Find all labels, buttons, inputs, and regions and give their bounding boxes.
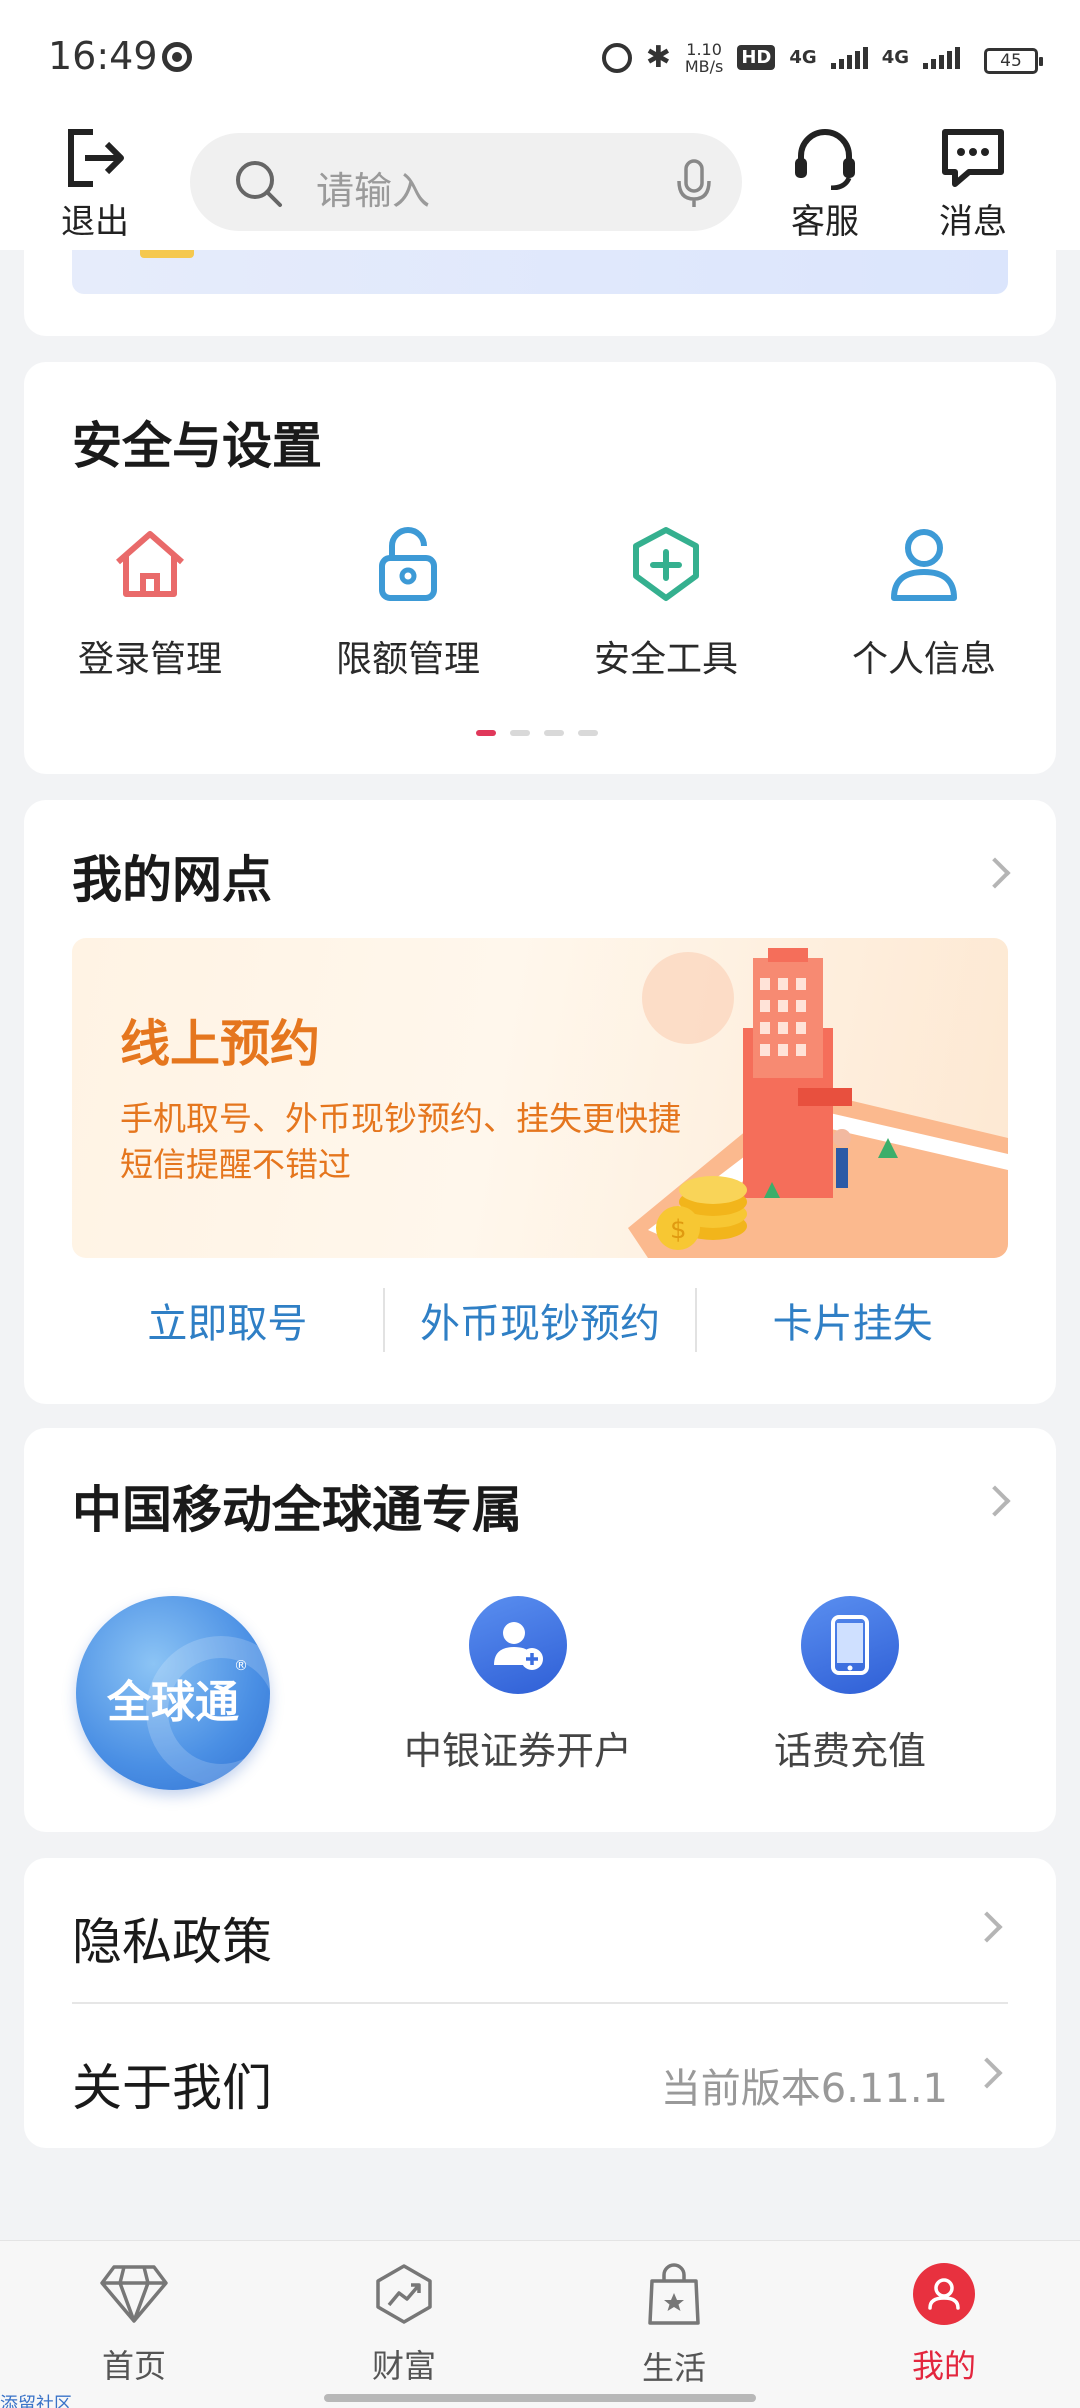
about-us-row[interactable]: 关于我们 当前版本6.11.1 xyxy=(72,2004,1008,2149)
page-dot-1 xyxy=(476,730,496,736)
my-branch-card: 我的网点 线上预约 手机取号、外币现钞预约、挂失更快捷 短信提醒不错过 $ 立即… xyxy=(24,800,1056,1404)
phone-recharge-label: 话费充值 xyxy=(773,1729,926,1773)
status-icons: ✱ 1.10 MB/s HD 4G 4G xyxy=(601,40,960,75)
registered-mark-icon: ® xyxy=(234,1658,248,1674)
page-dot-2 xyxy=(510,730,530,736)
my-branch-chevron-icon[interactable] xyxy=(979,857,1011,889)
svg-text:$: $ xyxy=(670,1215,687,1245)
customer-service-button[interactable]: 客服 xyxy=(770,126,880,244)
signal-1-label: 4G xyxy=(789,46,817,68)
privacy-policy-label: 隐私政策 xyxy=(72,1913,272,1971)
online-booking-banner[interactable]: 线上预约 手机取号、外币现钞预约、挂失更快捷 短信提醒不错过 $ xyxy=(72,938,1008,1258)
securities-account-label: 中银证券开户 xyxy=(403,1729,632,1773)
messages-button[interactable]: 消息 xyxy=(918,126,1028,244)
limit-management-label: 限额管理 xyxy=(335,639,480,680)
person-icon xyxy=(891,529,957,601)
about-us-label: 关于我们 xyxy=(72,2059,272,2117)
signal-bars-2-icon xyxy=(923,46,960,69)
phone-recharge-button[interactable]: 话费充值 xyxy=(700,1596,1000,1775)
limit-management-button[interactable]: 限额管理 xyxy=(308,524,508,682)
about-card: 隐私政策 关于我们 当前版本6.11.1 xyxy=(24,1858,1056,2148)
messages-label: 消息 xyxy=(939,202,1007,242)
banner-line-2: 短信提醒不错过 xyxy=(120,1145,351,1184)
chart-up-icon xyxy=(376,2264,432,2324)
tab-wealth[interactable]: 财富 xyxy=(314,2263,494,2387)
previous-banner[interactable] xyxy=(72,250,1008,294)
personal-info-button[interactable]: 个人信息 xyxy=(824,524,1024,682)
about-chevron-icon xyxy=(971,2057,1003,2089)
page-indicator xyxy=(476,730,598,736)
tab-mine[interactable]: 我的 xyxy=(854,2263,1034,2387)
customer-service-label: 客服 xyxy=(791,202,859,242)
top-nav: 退出 请输入 客服 消息 xyxy=(0,118,1080,250)
bag-star-icon xyxy=(648,2263,700,2325)
home-indicator[interactable] xyxy=(324,2394,756,2402)
search-icon xyxy=(236,161,282,207)
signal-bars-1-icon xyxy=(830,46,868,69)
page-dot-4 xyxy=(578,730,598,736)
hd-badge: HD xyxy=(737,45,776,70)
cmcc-title: 中国移动全球通专属 xyxy=(72,1481,522,1539)
house-icon xyxy=(116,531,184,597)
tab-mine-label: 我的 xyxy=(911,2347,976,2385)
logout-icon xyxy=(68,129,124,187)
search-input[interactable]: 请输入 xyxy=(190,133,742,231)
securities-account-button[interactable]: 中银证券开户 xyxy=(368,1596,668,1775)
card-loss-report-button[interactable]: 卡片挂失 xyxy=(697,1291,1008,1349)
signal-2-label: 4G xyxy=(881,46,909,68)
lock-icon xyxy=(379,527,437,601)
user-icon xyxy=(913,2263,975,2325)
cmcc-exclusive-card: 中国移动全球通专属 全球通 ® 中银证券开户 话费充值 xyxy=(24,1428,1056,1832)
signal-2: 4G xyxy=(881,46,909,68)
security-title: 安全与设置 xyxy=(72,417,322,475)
take-number-button[interactable]: 立即取号 xyxy=(72,1291,383,1349)
tab-wealth-label: 财富 xyxy=(371,2347,436,2385)
battery-icon: 45 xyxy=(984,48,1043,74)
watermark-text: 添留社区 xyxy=(0,2394,72,2408)
security-tools-button[interactable]: 安全工具 xyxy=(566,524,766,682)
status-bar: 16:49 ✱ 1.10 MB/s HD 4G 4G 45 xyxy=(0,0,1080,118)
cmcc-chevron-icon[interactable] xyxy=(979,1485,1011,1517)
bottom-tab-bar: 首页 财富 生活 我的 xyxy=(0,2240,1080,2408)
foreign-cash-booking-button[interactable]: 外币现钞预约 xyxy=(385,1291,696,1349)
message-bubble-icon xyxy=(942,129,1004,187)
status-time: 16:49 xyxy=(48,34,158,78)
login-management-button[interactable]: 登录管理 xyxy=(50,524,250,682)
search-placeholder: 请输入 xyxy=(316,169,431,213)
tab-life-label: 生活 xyxy=(641,2349,706,2387)
global-access-logo-text: 全球通 xyxy=(107,1677,239,1728)
branch-actions: 立即取号 外币现钞预约 卡片挂失 xyxy=(72,1270,1008,1370)
privacy-chevron-icon xyxy=(971,1911,1003,1943)
logout-label: 退出 xyxy=(61,202,129,242)
my-branch-title: 我的网点 xyxy=(72,851,272,909)
security-tools-label: 安全工具 xyxy=(593,639,738,680)
user-add-icon xyxy=(469,1596,567,1694)
version-text: 当前版本6.11.1 xyxy=(660,2066,948,2112)
banner-title: 线上预约 xyxy=(120,1015,320,1073)
tab-life[interactable]: 生活 xyxy=(584,2263,764,2389)
global-access-logo[interactable]: 全球通 ® xyxy=(76,1596,270,1790)
phone-icon xyxy=(801,1596,899,1694)
notification-icon xyxy=(162,42,192,72)
alarm-icon xyxy=(601,42,632,73)
tab-home[interactable]: 首页 xyxy=(44,2263,224,2387)
headset-icon xyxy=(795,129,855,190)
page-dot-3 xyxy=(544,730,564,736)
login-management-label: 登录管理 xyxy=(77,639,222,680)
logout-button[interactable]: 退出 xyxy=(40,126,150,244)
tab-home-label: 首页 xyxy=(101,2347,166,2385)
diamond-icon xyxy=(100,2265,168,2323)
privacy-policy-row[interactable]: 隐私政策 xyxy=(72,1858,1008,2003)
bank-building-illustration: $ xyxy=(628,948,1008,1258)
personal-info-label: 个人信息 xyxy=(851,639,996,680)
microphone-icon[interactable] xyxy=(676,159,712,209)
security-settings-card: 安全与设置 登录管理 限额管理 安全工具 个人信息 xyxy=(24,362,1056,774)
bluetooth-icon: ✱ xyxy=(645,40,671,75)
shield-plus-icon xyxy=(633,527,699,601)
signal-1: 4G xyxy=(789,46,817,68)
net-speed-unit: MB/s xyxy=(684,56,724,76)
net-speed: 1.10 MB/s xyxy=(685,41,724,75)
